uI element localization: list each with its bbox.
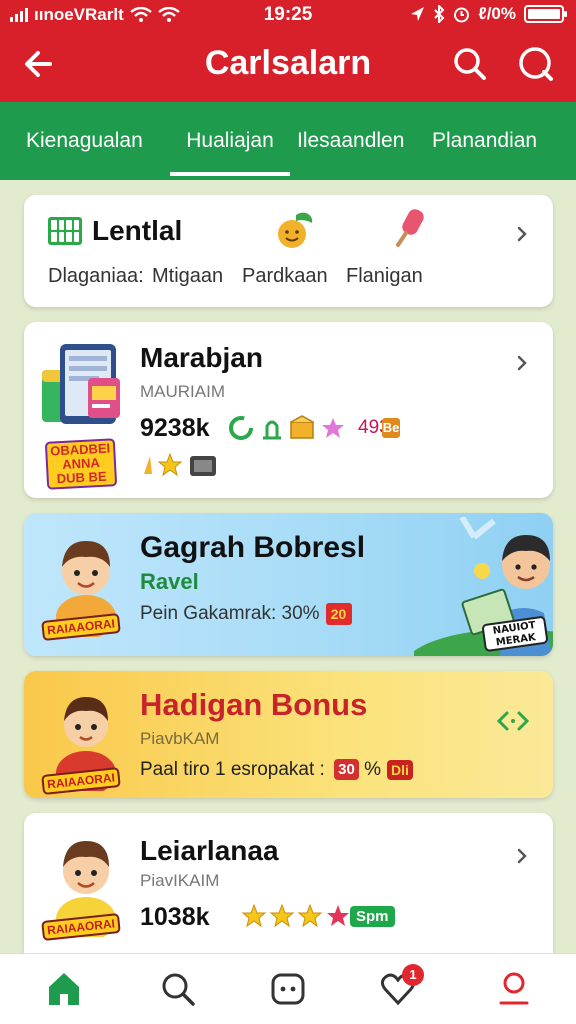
popsicle-icon — [396, 209, 424, 247]
app-bar: Carlsalarn — [0, 30, 576, 102]
card-title: Hadigan Bonus — [140, 687, 368, 722]
search-icon[interactable] — [450, 44, 490, 84]
tab-bar: Kienagualan Hualiajan Ilesaandlen Planan… — [0, 102, 576, 180]
promo-sticker: OBADBEI ANNA DUB BE — [44, 438, 118, 490]
discount-line: Pein Gakamrak: 30% 20 — [140, 603, 352, 625]
man-with-money-illustration: NAUIOT MERAK — [414, 517, 553, 656]
chevron-right-icon[interactable] — [513, 225, 531, 243]
card-title: Leiarlanaa — [140, 835, 279, 866]
battery-percent: ℓ/0% — [478, 4, 516, 23]
tab-kienagualan[interactable]: Kienagualan — [26, 129, 143, 153]
card-title: Marabjan — [140, 342, 263, 373]
search-icon-alt[interactable] — [516, 44, 556, 84]
home-icon[interactable] — [46, 970, 82, 1008]
bonus-text: Paal tiro 1 esropakat : — [140, 759, 325, 780]
chevron-right-icon[interactable] — [513, 354, 531, 372]
percent-sign: % — [364, 759, 381, 780]
bonus-value-pill: 30 — [334, 759, 359, 781]
discount-tag: 20 — [325, 603, 352, 625]
chevron-right-icon[interactable] — [513, 847, 531, 865]
chat-icon[interactable] — [270, 970, 306, 1008]
status-icons: ℓ/0% — [409, 4, 567, 24]
category-item[interactable]: Pardkaan — [242, 265, 328, 288]
calendar-grid-icon — [48, 217, 82, 245]
stars-and-tv-icons — [144, 452, 216, 477]
cartoon-boy-avatar: RAIAAORAI — [40, 527, 132, 642]
status-bar: ıınoeVRarlt 19:25 ℓ/0% — [0, 0, 576, 30]
bluetooth-icon — [434, 5, 445, 23]
category-card[interactable]: Lentlal Dlaganiaa: Mtigaan Pardkaan Flan… — [24, 195, 553, 307]
card-subtitle: MAURIAIM — [140, 382, 225, 401]
card-subtitle: PiavbKAM — [140, 729, 220, 748]
battery-icon — [524, 5, 567, 23]
score-value: 9238k — [140, 414, 210, 442]
alarm-icon — [454, 7, 470, 22]
tablet-device-icon — [42, 344, 120, 424]
promo-card-gagrah[interactable]: RAIAAORAI Gagrah Bobresl Ravel Pein Gaka… — [24, 513, 553, 656]
smiley-face-icon — [278, 212, 313, 248]
product-card-leiarlanaa[interactable]: RAIAAORAI Leiarlanaa PiavIKAIM 1038k Spm — [24, 813, 553, 953]
search-icon[interactable] — [160, 970, 196, 1008]
card-title: Lentlal — [92, 215, 183, 246]
bonus-line: Paal tiro 1 esropakat : 30 % Dli — [140, 759, 413, 781]
promo-card-hadigan[interactable]: RAIAAORAI Hadigan Bonus PiavbKAM Paal ti… — [24, 671, 553, 798]
tab-ilesaandlen[interactable]: Ilesaandlen — [297, 129, 404, 153]
cartoon-boy-avatar: RAIAAORAI — [40, 827, 132, 942]
cartoon-boy-avatar: RAIAAORAI — [40, 681, 132, 796]
discount-text: Pein Gakamrak: 30% — [140, 603, 320, 625]
card-subtitle: PiavIKAIM — [140, 871, 220, 890]
category-label: Dlaganiaa: — [48, 265, 144, 287]
star-rating-icons — [241, 903, 349, 928]
product-card-marabjan[interactable]: OBADBEI ANNA DUB BE Marabjan MAURIAIM 92… — [24, 322, 553, 498]
status-badge: Spm — [350, 906, 395, 927]
swap-arrows-icon[interactable] — [495, 707, 531, 735]
tab-hualiajan[interactable]: Hualiajan — [170, 129, 290, 176]
rating-badge: Be — [382, 418, 400, 438]
location-icon — [411, 7, 425, 21]
bonus-tag: Dli — [386, 759, 413, 780]
category-item[interactable]: Mtigaan — [152, 265, 223, 288]
notification-badge: 1 — [402, 964, 424, 986]
card-title: Gagrah Bobresl — [140, 531, 366, 564]
score-value: 1038k — [140, 903, 210, 931]
tab-planandian[interactable]: Planandian — [432, 129, 537, 153]
battery-level — [528, 9, 560, 19]
profile-icon[interactable] — [496, 970, 532, 1008]
category-item[interactable]: Flanigan — [346, 265, 423, 288]
bottom-nav — [0, 953, 576, 1024]
card-subtitle: Ravel — [140, 569, 199, 594]
